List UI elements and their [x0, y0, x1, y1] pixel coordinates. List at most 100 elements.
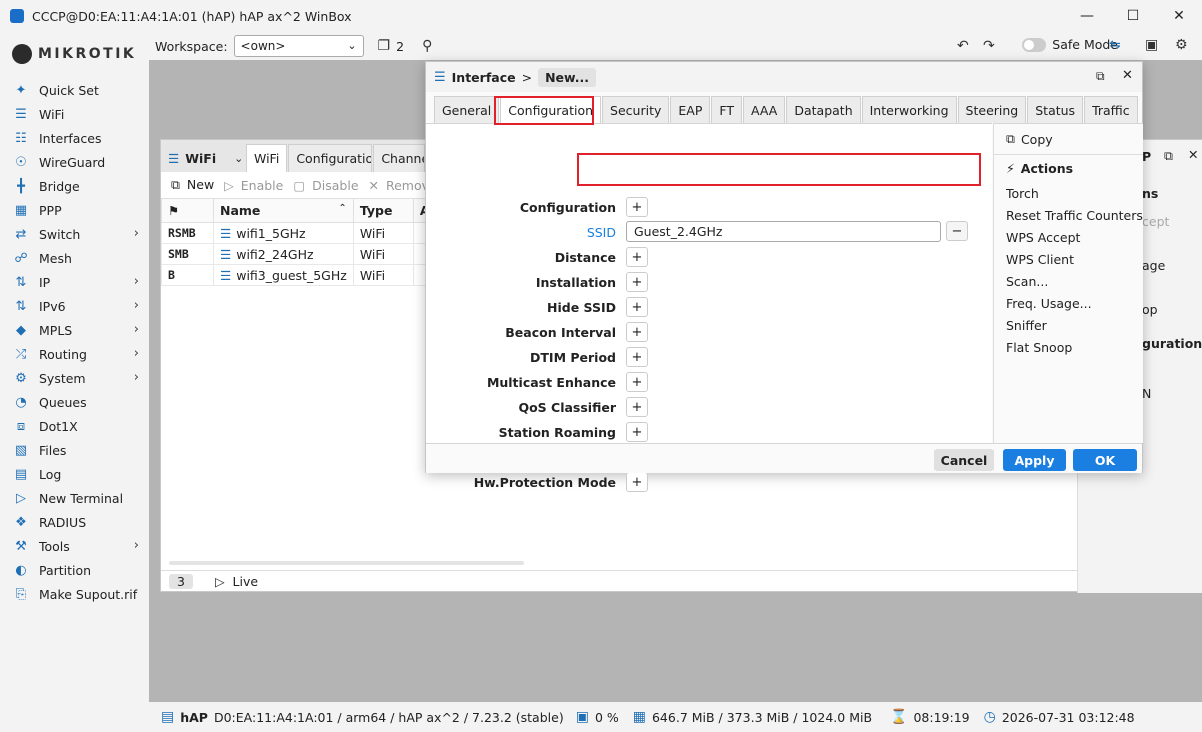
redo-icon[interactable]: ↷ [983, 38, 995, 54]
sidebar-item-quick-set[interactable]: ✦ Quick Set [0, 78, 149, 102]
action-sniffer[interactable]: Sniffer [994, 314, 1143, 336]
live-toggle[interactable]: ▷ Live [215, 574, 258, 589]
tab-interworking[interactable]: Interworking [861, 96, 957, 123]
sidebar-item-mpls[interactable]: ◆ MPLS › [0, 318, 149, 342]
safe-mode[interactable]: Safe Mode [1022, 37, 1118, 52]
package-icon[interactable]: ▣ [1145, 37, 1158, 53]
workspace-select[interactable]: <own> ⌄ [233, 35, 364, 57]
chevron-down-icon[interactable]: ⌄ [234, 152, 243, 165]
disable-button[interactable]: ▢ Disable [293, 178, 358, 193]
dialog-footer: Cancel Apply OK [426, 443, 1142, 473]
horizontal-scrollbar[interactable] [169, 561, 524, 565]
sidebar-item-label: New Terminal [39, 490, 124, 506]
tab-channels[interactable]: Channels [373, 144, 426, 172]
row-type: WiFi [352, 243, 414, 265]
sidebar-item-tools[interactable]: ⚒ Tools › [0, 534, 149, 558]
panel-fragment: age [1142, 258, 1166, 273]
restore-icon[interactable]: ⧉ [1096, 69, 1105, 84]
ssid-input[interactable]: Guest_2.4GHz [626, 221, 941, 242]
expand-plus-button[interactable]: + [626, 197, 648, 217]
form-row-station-roaming: Station Roaming + [426, 421, 992, 443]
windows-icon[interactable]: ❐ [378, 38, 391, 54]
expand-plus-button[interactable]: + [626, 472, 648, 492]
tab-datapath[interactable]: Datapath [786, 96, 861, 123]
search-icon[interactable]: ⚲ [422, 38, 432, 54]
type-column-header[interactable]: Type [352, 198, 414, 223]
sidebar-item-partition[interactable]: ◐ Partition [0, 558, 149, 582]
action-flat-snoop[interactable]: Flat Snoop [994, 336, 1143, 358]
expand-plus-button[interactable]: + [626, 422, 648, 442]
flag-column-header[interactable]: ⚑ [161, 198, 214, 223]
enable-button[interactable]: ▷ Enable [224, 178, 283, 193]
wifi-window-title: ☰ WiFi ⌄ [161, 144, 245, 172]
sidebar-item-switch[interactable]: ⇄ Switch › [0, 222, 149, 246]
expand-plus-button[interactable]: + [626, 372, 648, 392]
action-wps-accept[interactable]: WPS Accept [994, 226, 1143, 248]
sidebar-item-ppp[interactable]: ▦ PPP [0, 198, 149, 222]
sidebar-item-ipv6[interactable]: ⇅ IPv6 › [0, 294, 149, 318]
remove-ssid-button[interactable]: − [946, 221, 968, 241]
tab-steering[interactable]: Steering [957, 96, 1027, 123]
close-icon[interactable]: ✕ [1188, 147, 1198, 162]
mesh-icon: ☍ [14, 250, 28, 266]
minimize-button[interactable]: — [1064, 0, 1110, 32]
new-button[interactable]: ⧉ New [171, 177, 214, 193]
close-icon[interactable]: ✕ [1122, 68, 1133, 83]
tab-aaa[interactable]: AAA [743, 96, 786, 123]
sidebar-item-log[interactable]: ▤ Log [0, 462, 149, 486]
dialog-tabs: General Configuration Security EAP FT AAA Data… [434, 96, 1139, 123]
tab-general[interactable]: General [434, 96, 500, 123]
tab-ft[interactable]: FT [711, 96, 742, 123]
tab-configuration[interactable]: Configuration [288, 144, 373, 172]
cancel-button[interactable]: Cancel [934, 449, 994, 471]
sidebar-item-radius[interactable]: ❖ RADIUS [0, 510, 149, 534]
sidebar-item-interfaces[interactable]: ☷ Interfaces [0, 126, 149, 150]
expand-plus-button[interactable]: + [626, 397, 648, 417]
name-column-header[interactable]: Name ⌃ [213, 198, 354, 223]
sidebar-item-make-supout-rif[interactable]: ⎘ Make Supout.rif [0, 582, 149, 606]
settings-gear-icon[interactable]: ⚙ [1175, 37, 1188, 53]
sidebar-item-queues[interactable]: ◔ Queues [0, 390, 149, 414]
form-row-hide-ssid: Hide SSID + [426, 296, 992, 318]
sidebar-item-bridge[interactable]: ╋ Bridge [0, 174, 149, 198]
sidebar-item-routing[interactable]: ⤮ Routing › [0, 342, 149, 366]
copy-button[interactable]: ⧉ Copy [994, 128, 1143, 150]
pin-icon[interactable]: ⧉ [1164, 148, 1173, 164]
action-reset-traffic-counters[interactable]: Reset Traffic Counters [994, 204, 1143, 226]
tab-security[interactable]: Security [602, 96, 670, 123]
sidebar-item-mesh[interactable]: ☍ Mesh [0, 246, 149, 270]
device-info: D0:EA:11:A4:1A:01 / arm64 / hAP ax^2 / 7… [213, 709, 564, 725]
row-flags: RSMB [161, 222, 214, 244]
row-type: WiFi [352, 222, 414, 244]
sidebar-item-dot1x[interactable]: ⧈ Dot1X [0, 414, 149, 438]
safe-mode-toggle[interactable] [1022, 37, 1047, 52]
expand-plus-button[interactable]: + [626, 272, 648, 292]
form-row-ssid: SSID Guest_2.4GHz − [426, 221, 992, 243]
expand-plus-button[interactable]: + [626, 347, 648, 367]
action-scan[interactable]: Scan... [994, 270, 1143, 292]
sidebar-item-system[interactable]: ⚙ System › [0, 366, 149, 390]
expand-plus-button[interactable]: + [626, 322, 648, 342]
ok-button[interactable]: OK [1073, 449, 1137, 471]
close-button[interactable]: ✕ [1156, 0, 1202, 32]
maximize-button[interactable]: ☐ [1110, 0, 1156, 32]
expand-plus-button[interactable]: + [626, 247, 648, 267]
sidebar-item-wireguard[interactable]: ☉ WireGuard [0, 150, 149, 174]
action-torch[interactable]: Torch [994, 182, 1143, 204]
undo-icon[interactable]: ↶ [957, 38, 969, 54]
sidebar-item-ip[interactable]: ⇅ IP › [0, 270, 149, 294]
sidebar-item-files[interactable]: ▧ Files [0, 438, 149, 462]
tab-configuration[interactable]: Configuration [500, 96, 602, 123]
apply-button[interactable]: Apply [1003, 449, 1066, 471]
tab-traffic[interactable]: Traffic [1084, 96, 1138, 123]
expand-plus-button[interactable]: + [626, 297, 648, 317]
action-wps-client[interactable]: WPS Client [994, 248, 1143, 270]
tab-status[interactable]: Status [1027, 96, 1084, 123]
tab-wifi[interactable]: WiFi [246, 144, 288, 172]
disconnect-icon[interactable]: ⇋ [1109, 37, 1121, 53]
action-freq-usage[interactable]: Freq. Usage... [994, 292, 1143, 314]
sidebar-item-new-terminal[interactable]: ▷ New Terminal [0, 486, 149, 510]
tab-eap[interactable]: EAP [670, 96, 711, 123]
sidebar-item-wifi[interactable]: ☰ WiFi [0, 102, 149, 126]
memory-icon: ▦ [632, 709, 646, 725]
